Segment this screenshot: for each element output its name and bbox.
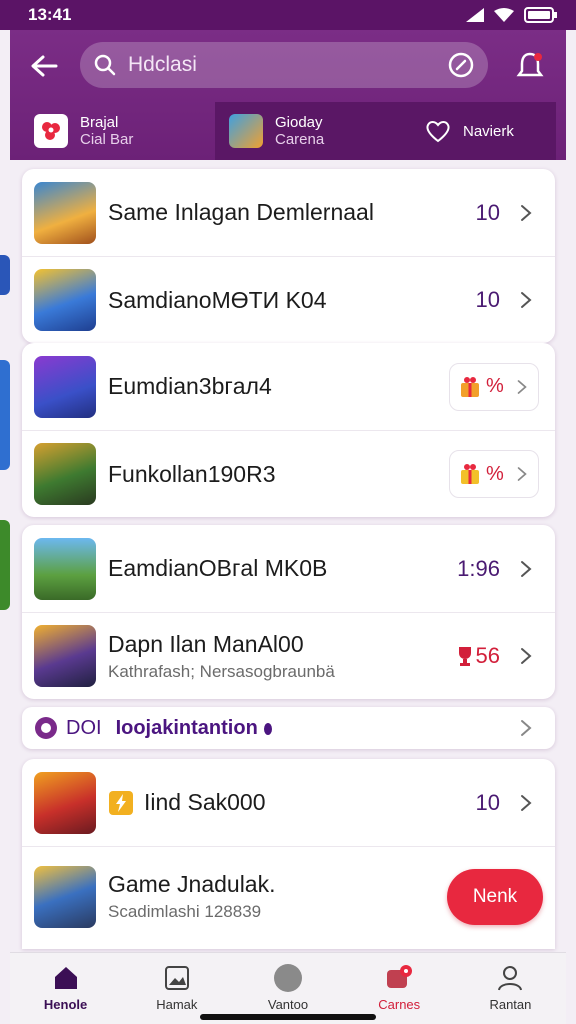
- nav-label: Vantoo: [267, 997, 309, 1012]
- tab-brajal-title: Brajal: [80, 114, 119, 131]
- clear-icon[interactable]: [448, 52, 474, 78]
- list-item-value-text: 56: [475, 643, 500, 668]
- chevron-right-icon: [521, 560, 532, 577]
- arrow-left-icon: [31, 55, 58, 77]
- list-item[interactable]: Dapn Ilan ManAl00 Kathrafash; Nersasogbr…: [22, 612, 555, 699]
- strip-prefix: DOI: [66, 716, 102, 739]
- nav-item-rantan[interactable]: Rantan: [455, 953, 566, 1024]
- tab-gioday[interactable]: Gioday Carena: [215, 102, 411, 160]
- game-thumbnail: [34, 181, 96, 244]
- list-item-value: 10: [475, 287, 500, 312]
- list-item-value: 10: [475, 199, 500, 225]
- tab-navierk-label: Navierk: [463, 122, 514, 140]
- tab-brajal[interactable]: Brajal Cial Bar: [10, 102, 215, 160]
- tab-brajal-subtitle: Cial Bar: [80, 131, 134, 148]
- games-icon: [384, 963, 414, 993]
- badge-value: %: [486, 375, 504, 397]
- game-thumbnail: [34, 355, 96, 418]
- info-icon: [263, 723, 272, 735]
- lightning-icon: [109, 790, 133, 815]
- game-thumbnail: [34, 865, 96, 928]
- game-list-card: Iind Sak000 10 Game Jnadulak. Scadimlash…: [22, 759, 555, 949]
- game-thumbnail: [34, 537, 96, 600]
- nav-label: Carnes: [378, 997, 421, 1012]
- status-badge: %: [449, 362, 539, 411]
- game-thumbnail-icon: [229, 114, 263, 148]
- game-thumbnail: [34, 625, 96, 687]
- gift-icon: [461, 464, 479, 484]
- list-item[interactable]: Game Jnadulak. Scadimlashi 128839 Nenk: [22, 846, 555, 946]
- badge-value: %: [486, 462, 504, 485]
- list-item[interactable]: SamdianоMӨTИ K04 10: [22, 256, 555, 343]
- game-thumbnail: [34, 771, 96, 834]
- list-item-value: 10: [475, 789, 500, 815]
- category-tabs: Brajal Cial Bar Gioday Carena Navierk: [10, 102, 566, 160]
- wifi-icon: [494, 8, 514, 22]
- strip-label: Ioojakintantion: [115, 716, 258, 739]
- status-icons: [466, 7, 558, 23]
- game-list-card: Same Inlagan Demlernaal 10 SamdianоMӨTИ …: [22, 169, 555, 343]
- battery-icon: [524, 7, 557, 23]
- tab-brajal-label: Brajal Cial Bar: [80, 114, 133, 148]
- trophy-icon: [458, 647, 471, 666]
- list-item[interactable]: EamdianОBгal MK0B 1:96: [22, 525, 555, 612]
- search-bar[interactable]: Hdclasi: [80, 42, 488, 88]
- home-indicator[interactable]: [200, 1014, 376, 1020]
- nav-label: Hamak: [156, 997, 198, 1012]
- game-thumbnail: [34, 269, 96, 331]
- tab-navierk[interactable]: Navierk: [411, 102, 556, 160]
- gift-icon: [461, 376, 479, 397]
- game-list-card: EamdianОBгal MK0B 1:96 Dapn Ilan ManAl00…: [22, 525, 555, 699]
- search-query[interactable]: Hdclasi: [128, 53, 448, 77]
- search-icon: [94, 54, 116, 76]
- game-list-card: Eumdian3bгaл4 % Funkollan190R3 %: [22, 343, 555, 517]
- tab-gioday-label: Gioday Carena: [275, 114, 324, 148]
- home-icon: [51, 963, 81, 993]
- tab-gioday-title: Gioday: [275, 114, 323, 131]
- chevron-right-icon: [521, 292, 532, 308]
- list-item-title: Iind Sak000: [144, 789, 266, 815]
- gallery-icon: [162, 963, 192, 993]
- list-item-value: 56: [456, 643, 500, 669]
- signal-icon: [466, 8, 484, 22]
- list-item[interactable]: Iind Sak000 10: [22, 759, 555, 846]
- section-link[interactable]: DOI Ioojakintantion: [22, 707, 555, 749]
- circle-icon: [273, 963, 303, 993]
- side-edge-decoration: [0, 360, 10, 470]
- app-header: Hdclasi Brajal Cial Bar Gioday Carena Na…: [10, 30, 566, 160]
- record-icon: [35, 717, 57, 739]
- game-thumbnail: [34, 443, 96, 505]
- chevron-right-icon: [521, 794, 532, 811]
- chevron-right-icon: [517, 379, 527, 394]
- list-item[interactable]: Eumdian3bгaл4 %: [22, 343, 555, 430]
- chevron-right-icon: [521, 720, 532, 736]
- heart-chat-icon: [426, 121, 450, 143]
- chevron-right-icon: [521, 204, 532, 221]
- side-edge-decoration: [0, 520, 10, 610]
- list-item-value: 1:96: [457, 555, 500, 581]
- tab-gioday-subtitle: Carena: [275, 131, 325, 148]
- back-button[interactable]: [28, 50, 60, 82]
- list-item[interactable]: Funkollan190R3 %: [22, 430, 555, 517]
- list-item[interactable]: Same Inlagan Demlernaal 10: [22, 169, 555, 256]
- status-badge: %: [449, 450, 539, 498]
- bell-icon: [516, 52, 544, 77]
- side-edge-decoration: [0, 255, 10, 295]
- status-bar: 13:41: [0, 0, 576, 30]
- play-button[interactable]: Nenk: [447, 868, 543, 925]
- notification-button[interactable]: [512, 48, 548, 84]
- nav-label: Henole: [43, 997, 88, 1012]
- chevron-right-icon: [517, 467, 527, 481]
- flower-icon: [34, 114, 68, 148]
- nav-item-home[interactable]: Henole: [10, 953, 121, 1024]
- chevron-right-icon: [521, 648, 532, 664]
- profile-icon: [495, 963, 525, 993]
- status-time: 13:41: [28, 5, 72, 24]
- nav-label: Rantan: [489, 997, 532, 1012]
